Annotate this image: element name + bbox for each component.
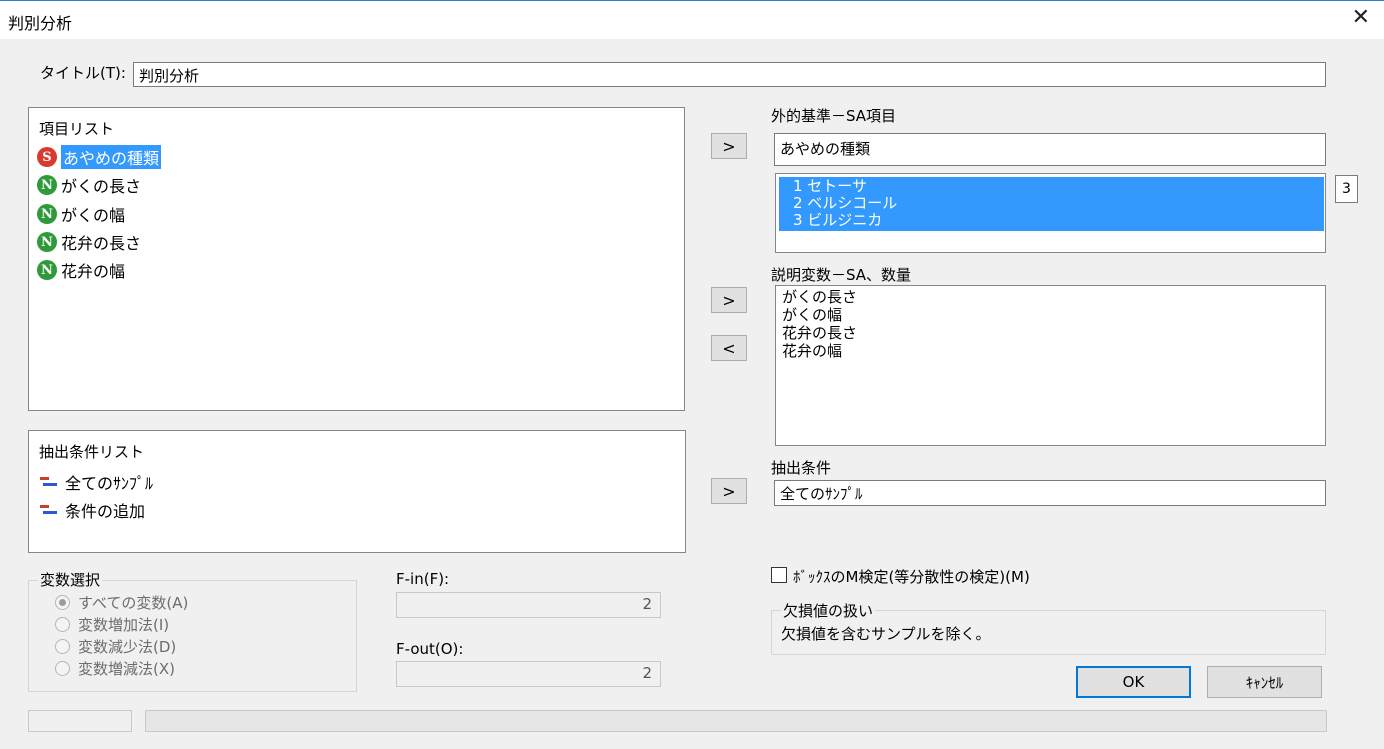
explanatory-item[interactable]: がくの幅	[782, 306, 857, 324]
add-condition-button[interactable]: >	[711, 478, 747, 504]
list-item-label: がくの長さ	[61, 177, 142, 196]
add-criterion-button[interactable]: >	[711, 133, 747, 159]
list-item[interactable]: 全てのｻﾝﾌﾟﾙ	[39, 469, 153, 495]
list-item-label: がくの幅	[61, 206, 126, 225]
list-item[interactable]: S あやめの種類	[37, 144, 162, 170]
condition-icon	[39, 503, 61, 517]
item-list-header: 項目リスト	[39, 120, 115, 138]
numeric-badge-icon: N	[37, 232, 57, 252]
box-m-checkbox[interactable]	[771, 567, 787, 583]
add-explanatory-button[interactable]: >	[711, 287, 747, 313]
radio-stepwise[interactable]: 変数増減法(X)	[55, 657, 188, 679]
sa-badge-icon: S	[37, 147, 57, 167]
explanatory-label: 説明変数－SA、数量	[771, 266, 912, 284]
explanatory-item[interactable]: 花弁の幅	[782, 342, 857, 360]
condition-icon	[39, 475, 61, 489]
explanatory-list[interactable]: がくの長さ がくの幅 花弁の長さ 花弁の幅	[775, 285, 1326, 446]
f-in-label: F-in(F):	[396, 570, 450, 588]
numeric-badge-icon: N	[37, 260, 57, 280]
category-list[interactable]: 1 セトーサ 2 ベルシコール 3 ビルジニカ	[775, 173, 1326, 253]
ok-button[interactable]: OK	[1076, 666, 1191, 698]
radio-backward[interactable]: 変数減少法(D)	[55, 635, 188, 657]
list-item[interactable]: 条件の追加	[39, 497, 145, 523]
f-in-input[interactable]: 2	[396, 592, 661, 618]
list-item-label: 花弁の幅	[61, 262, 126, 281]
criterion-input[interactable]: あやめの種類	[774, 133, 1326, 166]
var-select-label: 変数選択	[38, 569, 103, 590]
category-item[interactable]: 2 ベルシコール	[793, 195, 897, 212]
window-title: 判別分析	[8, 14, 73, 33]
cancel-button[interactable]: ｷｬﾝｾﾙ	[1207, 666, 1322, 698]
list-item[interactable]: N がくの幅	[37, 201, 125, 227]
close-icon[interactable]: ✕	[1352, 7, 1370, 29]
condition-list[interactable]: 抽出条件リスト 全てのｻﾝﾌﾟﾙ 条件の追加	[28, 430, 686, 553]
status-field	[28, 710, 132, 732]
title-label: タイトル(T):	[40, 64, 126, 82]
explanatory-item[interactable]: がくの長さ	[782, 288, 857, 306]
title-bar: 判別分析 ✕	[0, 0, 1384, 39]
list-item[interactable]: N 花弁の長さ	[37, 229, 141, 255]
item-list[interactable]: 項目リスト S あやめの種類 N がくの長さ N がくの幅 N 花弁の長さ N …	[28, 107, 685, 411]
list-item-label: あやめの種類	[61, 145, 162, 169]
condition-input[interactable]: 全てのｻﾝﾌﾟﾙ	[774, 480, 1326, 506]
list-item-label: 条件の追加	[65, 502, 146, 521]
explanatory-item[interactable]: 花弁の長さ	[782, 324, 857, 342]
numeric-badge-icon: N	[37, 175, 57, 195]
category-item[interactable]: 1 セトーサ	[793, 178, 897, 195]
category-count: 3	[1335, 175, 1358, 203]
criterion-label: 外的基準－SA項目	[771, 107, 897, 125]
remove-explanatory-button[interactable]: <	[711, 335, 747, 361]
numeric-badge-icon: N	[37, 204, 57, 224]
condition-label: 抽出条件	[771, 459, 832, 477]
f-out-input[interactable]: 2	[396, 661, 661, 687]
list-item[interactable]: N がくの長さ	[37, 172, 141, 198]
list-item-label: 花弁の長さ	[61, 234, 142, 253]
progress-bar	[145, 710, 1327, 732]
category-item[interactable]: 3 ビルジニカ	[793, 212, 897, 229]
title-input[interactable]: 判別分析	[133, 62, 1326, 87]
f-out-label: F-out(O):	[396, 640, 464, 658]
radio-forward[interactable]: 変数増加法(I)	[55, 613, 188, 635]
list-item[interactable]: N 花弁の幅	[37, 257, 125, 283]
box-m-label: ﾎﾞｯｸｽのM検定(等分散性の検定)(M)	[793, 568, 1030, 586]
missing-label: 欠損値の扱い	[781, 600, 876, 621]
radio-all-vars[interactable]: すべての変数(A)	[55, 591, 188, 613]
condition-list-header: 抽出条件リスト	[39, 443, 145, 461]
list-item-label: 全てのｻﾝﾌﾟﾙ	[65, 474, 154, 493]
missing-value: 欠損値を含むサンプルを除く。	[781, 625, 991, 643]
